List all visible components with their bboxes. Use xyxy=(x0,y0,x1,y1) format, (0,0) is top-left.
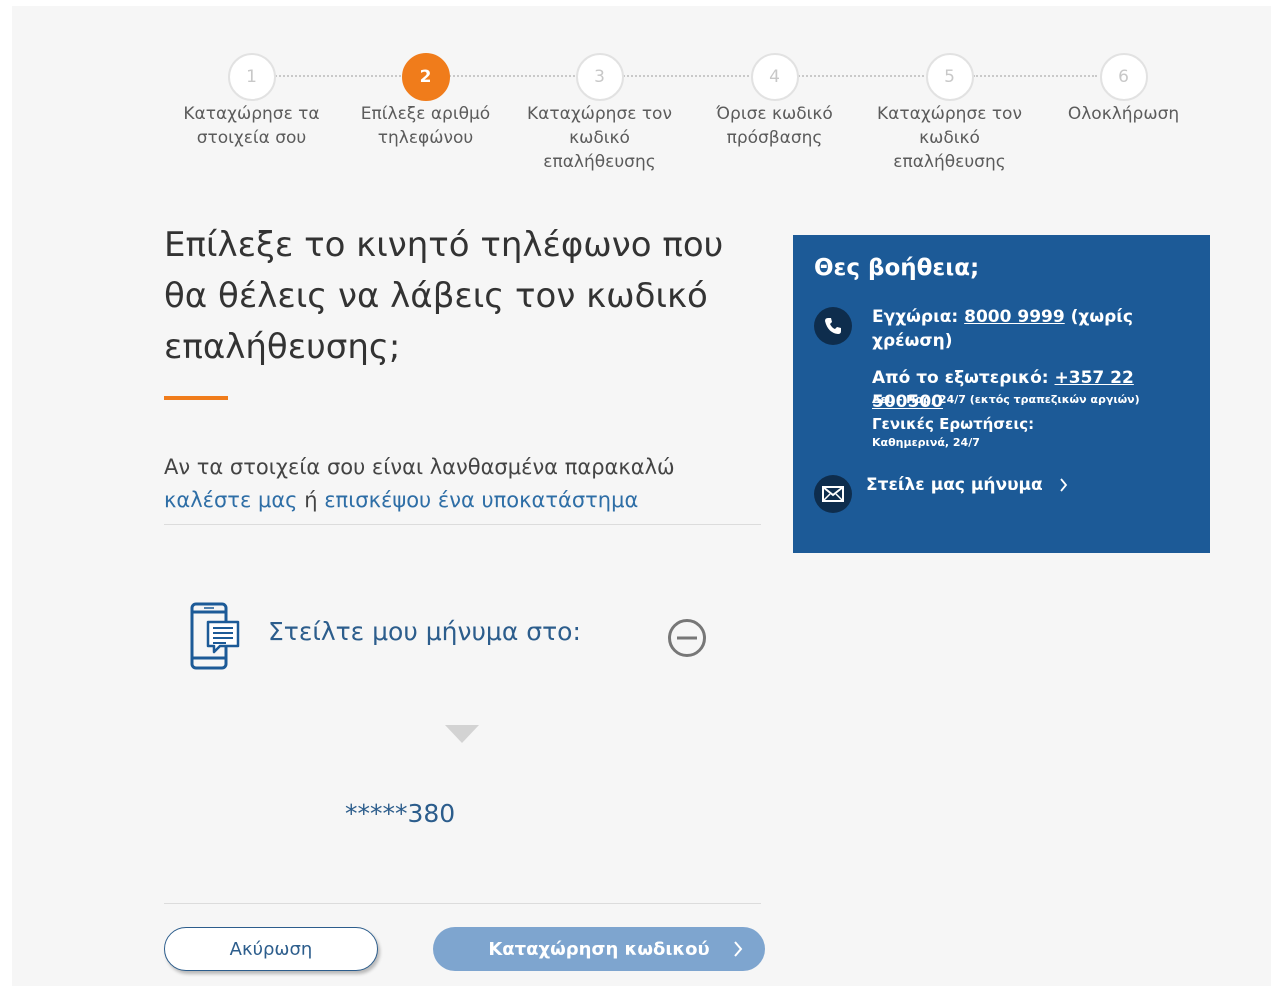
step-label: Καταχώρησε τον κωδικό επαλήθευσης xyxy=(527,104,672,172)
step-4: 4 Όρισε κωδικό πρόσβασης xyxy=(687,53,862,150)
step-number: 5 xyxy=(925,53,974,101)
divider xyxy=(164,903,761,904)
submit-code-button[interactable]: Καταχώρηση κωδικού xyxy=(433,927,765,971)
local-phone-link[interactable]: 8000 9999 xyxy=(964,307,1065,327)
chevron-right-icon xyxy=(734,941,743,957)
phone-icon xyxy=(814,307,852,345)
submit-code-label: Καταχώρηση κωδικού xyxy=(488,938,710,960)
send-message-label: Στείλε μας μήνυμα xyxy=(866,475,1043,495)
local-phone-line: Εγχώρια: 8000 9999 (χωρίς χρέωση) xyxy=(872,305,1192,353)
info-prefix: Αν τα στοιχεία σου είναι λανθασμένα παρα… xyxy=(164,455,675,479)
step-number: 4 xyxy=(750,53,799,101)
step-2: 2 Επίλεξε αριθμό τηλεφώνου xyxy=(338,53,513,150)
progress-stepper: 1 Καταχώρησε τα στοιχεία σου 2 Επίλεξε α… xyxy=(12,6,1271,196)
call-us-link[interactable]: καλέστε μας xyxy=(164,488,298,512)
title-accent-divider xyxy=(164,396,228,400)
send-message-link[interactable]: Στείλε μας μήνυμα xyxy=(866,475,1068,495)
step-1: 1 Καταχώρησε τα στοιχεία σου xyxy=(164,53,339,150)
abroad-phone-line: Από το εξωτερικό: +357 22 500500 xyxy=(872,366,1202,414)
info-text: Αν τα στοιχεία σου είναι λανθασμένα παρα… xyxy=(164,451,804,517)
sms-option-label: Στείλτε μου μήνυμα στο: xyxy=(268,617,581,646)
page: 1 Καταχώρησε τα στοιχεία σου 2 Επίλεξε α… xyxy=(12,6,1271,986)
step-label: Καταχώρησε τα στοιχεία σου xyxy=(183,104,320,148)
step-number: 3 xyxy=(575,53,624,101)
step-3: 3 Καταχώρησε τον κωδικό επαλήθευσης xyxy=(512,53,687,174)
envelope-icon xyxy=(814,475,852,513)
step-number: 6 xyxy=(1099,53,1148,101)
step-number: 1 xyxy=(227,53,276,101)
divider xyxy=(164,524,761,525)
step-5: 5 Καταχώρησε τον κωδικό επαλήθευσης xyxy=(862,53,1037,174)
general-questions-label: Γενικές Ερωτήσεις: xyxy=(872,415,1035,433)
page-title: Επίλεξε το κινητό τηλέφωνο που θα θέλεις… xyxy=(164,225,724,367)
visit-branch-link[interactable]: επισκέψου ένα υποκατάστημα xyxy=(324,488,638,512)
info-or: ή xyxy=(304,488,318,512)
collapse-minus-icon[interactable] xyxy=(667,618,707,658)
help-panel: Θες βοήθεια; Εγχώρια: 8000 9999 (χωρίς χ… xyxy=(793,235,1210,553)
step-label: Καταχώρησε τον κωδικό επαλήθευσης xyxy=(877,104,1022,172)
step-label: Όρισε κωδικό πρόσβασης xyxy=(716,104,833,148)
help-title: Θες βοήθεια; xyxy=(814,255,980,281)
abroad-label: Από το εξωτερικό: xyxy=(872,368,1049,388)
abroad-hours: Δευ - Παρ, 24/7 (εκτός τραπεζικών αργιών… xyxy=(872,393,1140,406)
step-6: 6 Ολοκλήρωση xyxy=(1036,53,1211,126)
step-label: Ολοκλήρωση xyxy=(1067,104,1180,124)
mobile-message-icon xyxy=(190,602,240,670)
cancel-button[interactable]: Ακύρωση xyxy=(164,927,378,971)
general-hours: Καθημερινά, 24/7 xyxy=(872,436,980,449)
step-number: 2 xyxy=(401,53,450,101)
chevron-right-icon xyxy=(1059,478,1067,492)
step-label: Επίλεξε αριθμό τηλεφώνου xyxy=(360,104,491,148)
masked-phone-number[interactable]: *****380 xyxy=(345,799,455,828)
caret-down-icon xyxy=(445,725,479,743)
local-label: Εγχώρια: xyxy=(872,307,959,327)
